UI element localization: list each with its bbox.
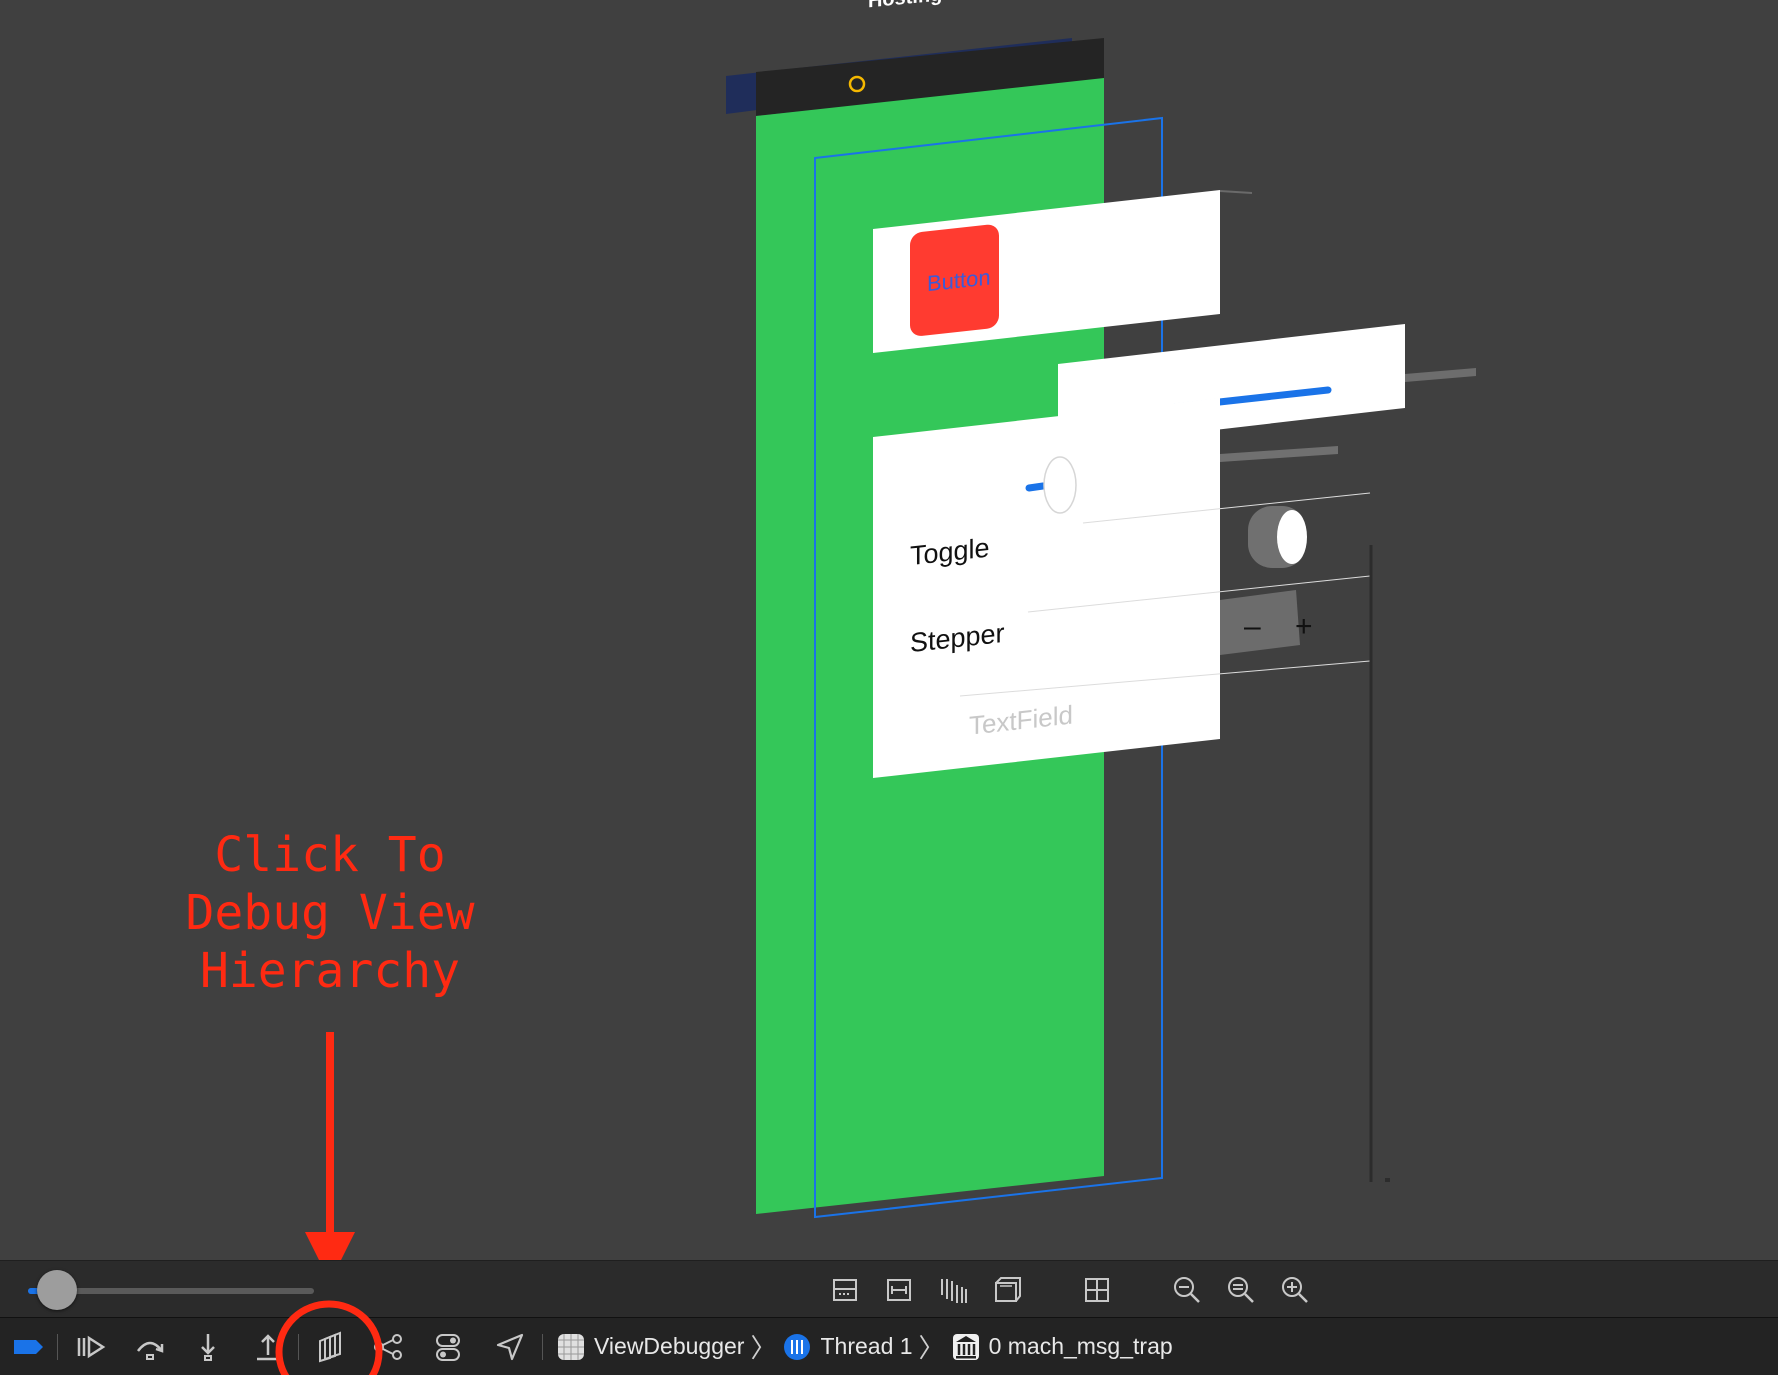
breadcrumb-item-thread[interactable]: Thread 1 [782, 1332, 913, 1362]
thread-icon [784, 1333, 811, 1360]
actual-size-icon[interactable] [1224, 1273, 1258, 1307]
debug-bar: ViewDebugger 〉 Thread 1 〉 0 mach_msg_tra… [0, 1300, 1778, 1375]
breadcrumb-item-app[interactable]: ViewDebugger [556, 1332, 744, 1362]
slider-thumb[interactable] [36, 1270, 77, 1310]
annotation-text: Click To Debug View Hierarchy [185, 827, 475, 999]
chevron-right-icon: 〉 [918, 1333, 945, 1363]
breakpoints-toggle-icon[interactable] [8, 1318, 48, 1375]
annotation-arrow-head [305, 1232, 355, 1260]
adjust-view-mode-icon[interactable] [1080, 1273, 1114, 1307]
zoom-in-icon[interactable] [1278, 1273, 1312, 1307]
orient-3d-icon[interactable] [990, 1273, 1024, 1307]
form-edge [1220, 446, 1338, 462]
breadcrumb-label-frame: 0 mach_msg_trap [988, 1333, 1173, 1359]
show-constraints-icon[interactable] [882, 1273, 916, 1307]
change-spacing-icon[interactable] [936, 1273, 970, 1307]
layer-edge [1220, 190, 1252, 194]
separator [298, 1334, 299, 1360]
app-icon [558, 1333, 584, 1360]
environment-overrides-icon[interactable] [428, 1318, 468, 1375]
debug-view-hierarchy-icon[interactable] [310, 1318, 350, 1375]
slider-thumb-3d[interactable] [1043, 456, 1077, 514]
debug-memory-graph-icon[interactable] [368, 1318, 408, 1375]
step-out-icon[interactable] [248, 1318, 288, 1375]
small-slider-fill [1025, 482, 1047, 492]
stepper-plus[interactable]: + [1295, 610, 1313, 643]
canvas-control-bar [0, 1260, 1778, 1318]
toggle-knob [1277, 510, 1307, 564]
step-into-icon[interactable] [188, 1318, 228, 1375]
breadcrumb-item-frame[interactable]: 0 mach_msg_trap [951, 1332, 1173, 1362]
hidden-view-dot [1385, 1178, 1390, 1182]
stepper-minus[interactable]: – [1244, 610, 1261, 643]
breadcrumb-label-app: ViewDebugger [594, 1333, 745, 1359]
hosting-controller-label: Hosting View Controller [868, 0, 1094, 12]
view-hierarchy-3d-scene[interactable]: Hosting View Controller Button Toggle St… [0, 0, 1778, 1260]
separator [57, 1334, 58, 1360]
chevron-right-icon: 〉 [750, 1333, 777, 1363]
view-debugger-canvas[interactable]: Hosting View Controller Button Toggle St… [0, 0, 1778, 1260]
continue-icon[interactable] [70, 1318, 110, 1375]
separator [542, 1334, 543, 1360]
step-over-icon[interactable] [130, 1318, 170, 1375]
breadcrumb-label-thread: Thread 1 [820, 1333, 913, 1359]
breadcrumb: ViewDebugger 〉 Thread 1 〉 0 mach_msg_tra… [556, 1318, 1173, 1375]
zoom-out-icon[interactable] [1170, 1273, 1204, 1307]
show-clipped-content-icon[interactable] [828, 1273, 862, 1307]
simulate-location-icon[interactable] [490, 1318, 530, 1375]
frame-icon [952, 1333, 979, 1360]
slider-shadow-track [1405, 368, 1476, 382]
